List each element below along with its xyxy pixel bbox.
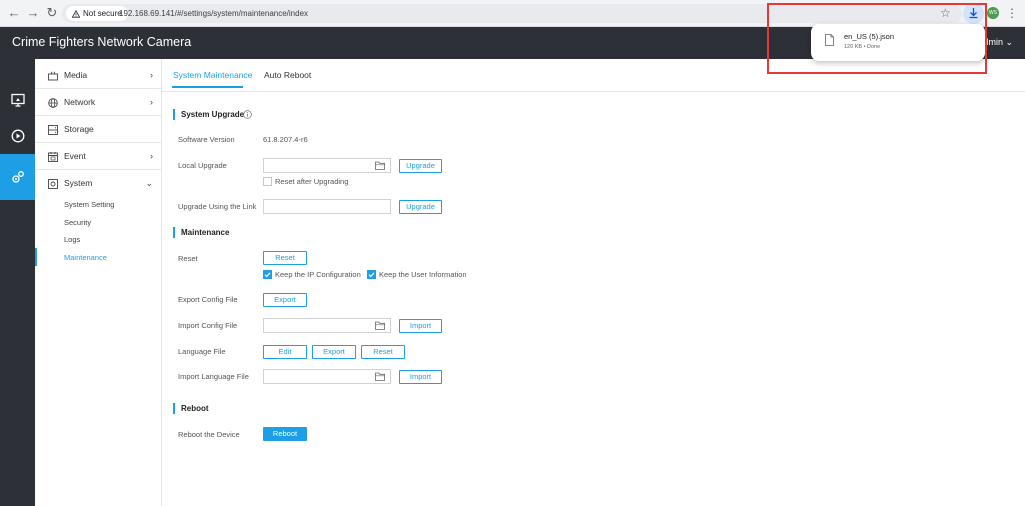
section-title-system-upgrade: System Upgrade — [173, 109, 244, 120]
local-upgrade-file-input[interactable] — [263, 158, 391, 173]
sidebar-item-network[interactable]: Network › — [35, 89, 161, 116]
info-icon[interactable] — [243, 110, 252, 119]
keep-user-checkbox[interactable] — [367, 270, 376, 279]
folder-icon[interactable] — [375, 321, 385, 330]
rail-settings[interactable] — [0, 154, 35, 200]
sidebar-subitem-security[interactable]: Security — [64, 217, 91, 229]
sidebar-subitem-logs[interactable]: Logs — [64, 234, 80, 246]
active-indicator — [35, 248, 37, 266]
icon-rail — [0, 59, 35, 506]
event-icon — [48, 152, 58, 162]
tab-underline — [172, 86, 243, 88]
checkmark-icon — [368, 272, 375, 278]
sidebar-item-label: Media — [64, 70, 88, 80]
import-language-label: Import Language File — [178, 372, 249, 381]
app-title: Crime Fighters Network Camera — [12, 35, 192, 49]
language-file-label: Language File — [178, 347, 226, 356]
sidebar-item-label: Storage — [64, 124, 94, 134]
import-language-button[interactable]: Import — [399, 370, 442, 384]
reload-icon[interactable]: ↻ — [44, 5, 60, 21]
sidebar: Media › Network › Storage Event › System… — [35, 59, 162, 506]
folder-icon[interactable] — [375, 161, 385, 170]
chevron-right-icon: › — [150, 70, 153, 80]
software-version-value: 61.8.207.4-r6 — [263, 135, 308, 144]
sidebar-item-label: Network — [64, 97, 96, 107]
language-export-button[interactable]: Export — [312, 345, 356, 359]
security-label: Not secure — [83, 9, 122, 18]
rail-playback[interactable] — [0, 119, 35, 153]
upgrade-link-input[interactable] — [263, 199, 391, 214]
media-icon — [48, 71, 58, 81]
settings-icon — [11, 171, 24, 183]
import-config-file-input[interactable] — [263, 318, 391, 333]
language-reset-button[interactable]: Reset — [361, 345, 405, 359]
reboot-device-label: Reboot the Device — [178, 430, 240, 439]
live-view-icon — [10, 93, 25, 107]
reset-button[interactable]: Reset — [263, 251, 307, 265]
sidebar-item-media[interactable]: Media › — [35, 62, 161, 89]
sidebar-item-label: System — [64, 178, 93, 188]
local-upgrade-label: Local Upgrade — [178, 161, 227, 170]
keep-ip-checkbox[interactable] — [263, 270, 272, 279]
reset-after-upgrading-checkbox[interactable] — [263, 177, 272, 186]
upgrade-link-label: Upgrade Using the Link — [178, 202, 257, 211]
system-icon — [48, 179, 58, 189]
chevron-right-icon: › — [150, 151, 153, 161]
main-content: System Maintenance Auto Reboot System Up… — [162, 59, 1025, 506]
url-text[interactable]: 192.168.69.141/#/settings/system/mainten… — [119, 4, 308, 23]
back-icon[interactable]: ← — [6, 5, 22, 21]
import-config-button[interactable]: Import — [399, 319, 442, 333]
upgrade-link-button[interactable]: Upgrade — [399, 200, 442, 214]
rail-live-view[interactable] — [0, 83, 35, 117]
chevron-down-icon: ⌄ — [145, 178, 153, 188]
sidebar-subitem-system-setting[interactable]: System Setting — [64, 199, 114, 211]
section-title-maintenance: Maintenance — [173, 227, 229, 238]
upgrade-button[interactable]: Upgrade — [399, 159, 442, 173]
sidebar-item-storage[interactable]: Storage — [35, 116, 161, 143]
playback-icon — [11, 129, 24, 143]
software-version-label: Software Version — [178, 135, 235, 144]
storage-icon — [48, 125, 58, 135]
globe-icon — [48, 98, 58, 108]
sidebar-subitem-maintenance[interactable]: Maintenance — [64, 252, 107, 264]
export-config-button[interactable]: Export — [263, 293, 307, 307]
language-edit-button[interactable]: Edit — [263, 345, 307, 359]
sidebar-item-label: Event — [64, 151, 86, 161]
reboot-button[interactable]: Reboot — [263, 427, 307, 441]
keep-ip-label: Keep the IP Configuration — [275, 270, 361, 279]
sidebar-item-event[interactable]: Event › — [35, 143, 161, 170]
reset-after-upgrading-label: Reset after Upgrading — [275, 177, 349, 186]
chevron-right-icon: › — [150, 97, 153, 107]
section-title-reboot: Reboot — [173, 403, 209, 414]
sidebar-item-system[interactable]: System ⌄ — [35, 170, 161, 197]
import-config-label: Import Config File — [178, 321, 238, 330]
folder-icon[interactable] — [375, 372, 385, 381]
browser-menu-icon[interactable]: ⋮ — [1006, 5, 1018, 21]
import-language-file-input[interactable] — [263, 369, 391, 384]
warning-icon — [72, 9, 80, 18]
keep-user-label: Keep the User Information — [379, 270, 467, 279]
export-config-label: Export Config File — [178, 295, 238, 304]
checkmark-icon — [264, 272, 271, 278]
reset-label: Reset — [178, 254, 198, 263]
highlight-box — [767, 3, 987, 74]
tab-auto-reboot[interactable]: Auto Reboot — [264, 59, 311, 92]
profile-avatar[interactable]: WS — [987, 7, 999, 19]
forward-icon[interactable]: → — [25, 5, 41, 21]
